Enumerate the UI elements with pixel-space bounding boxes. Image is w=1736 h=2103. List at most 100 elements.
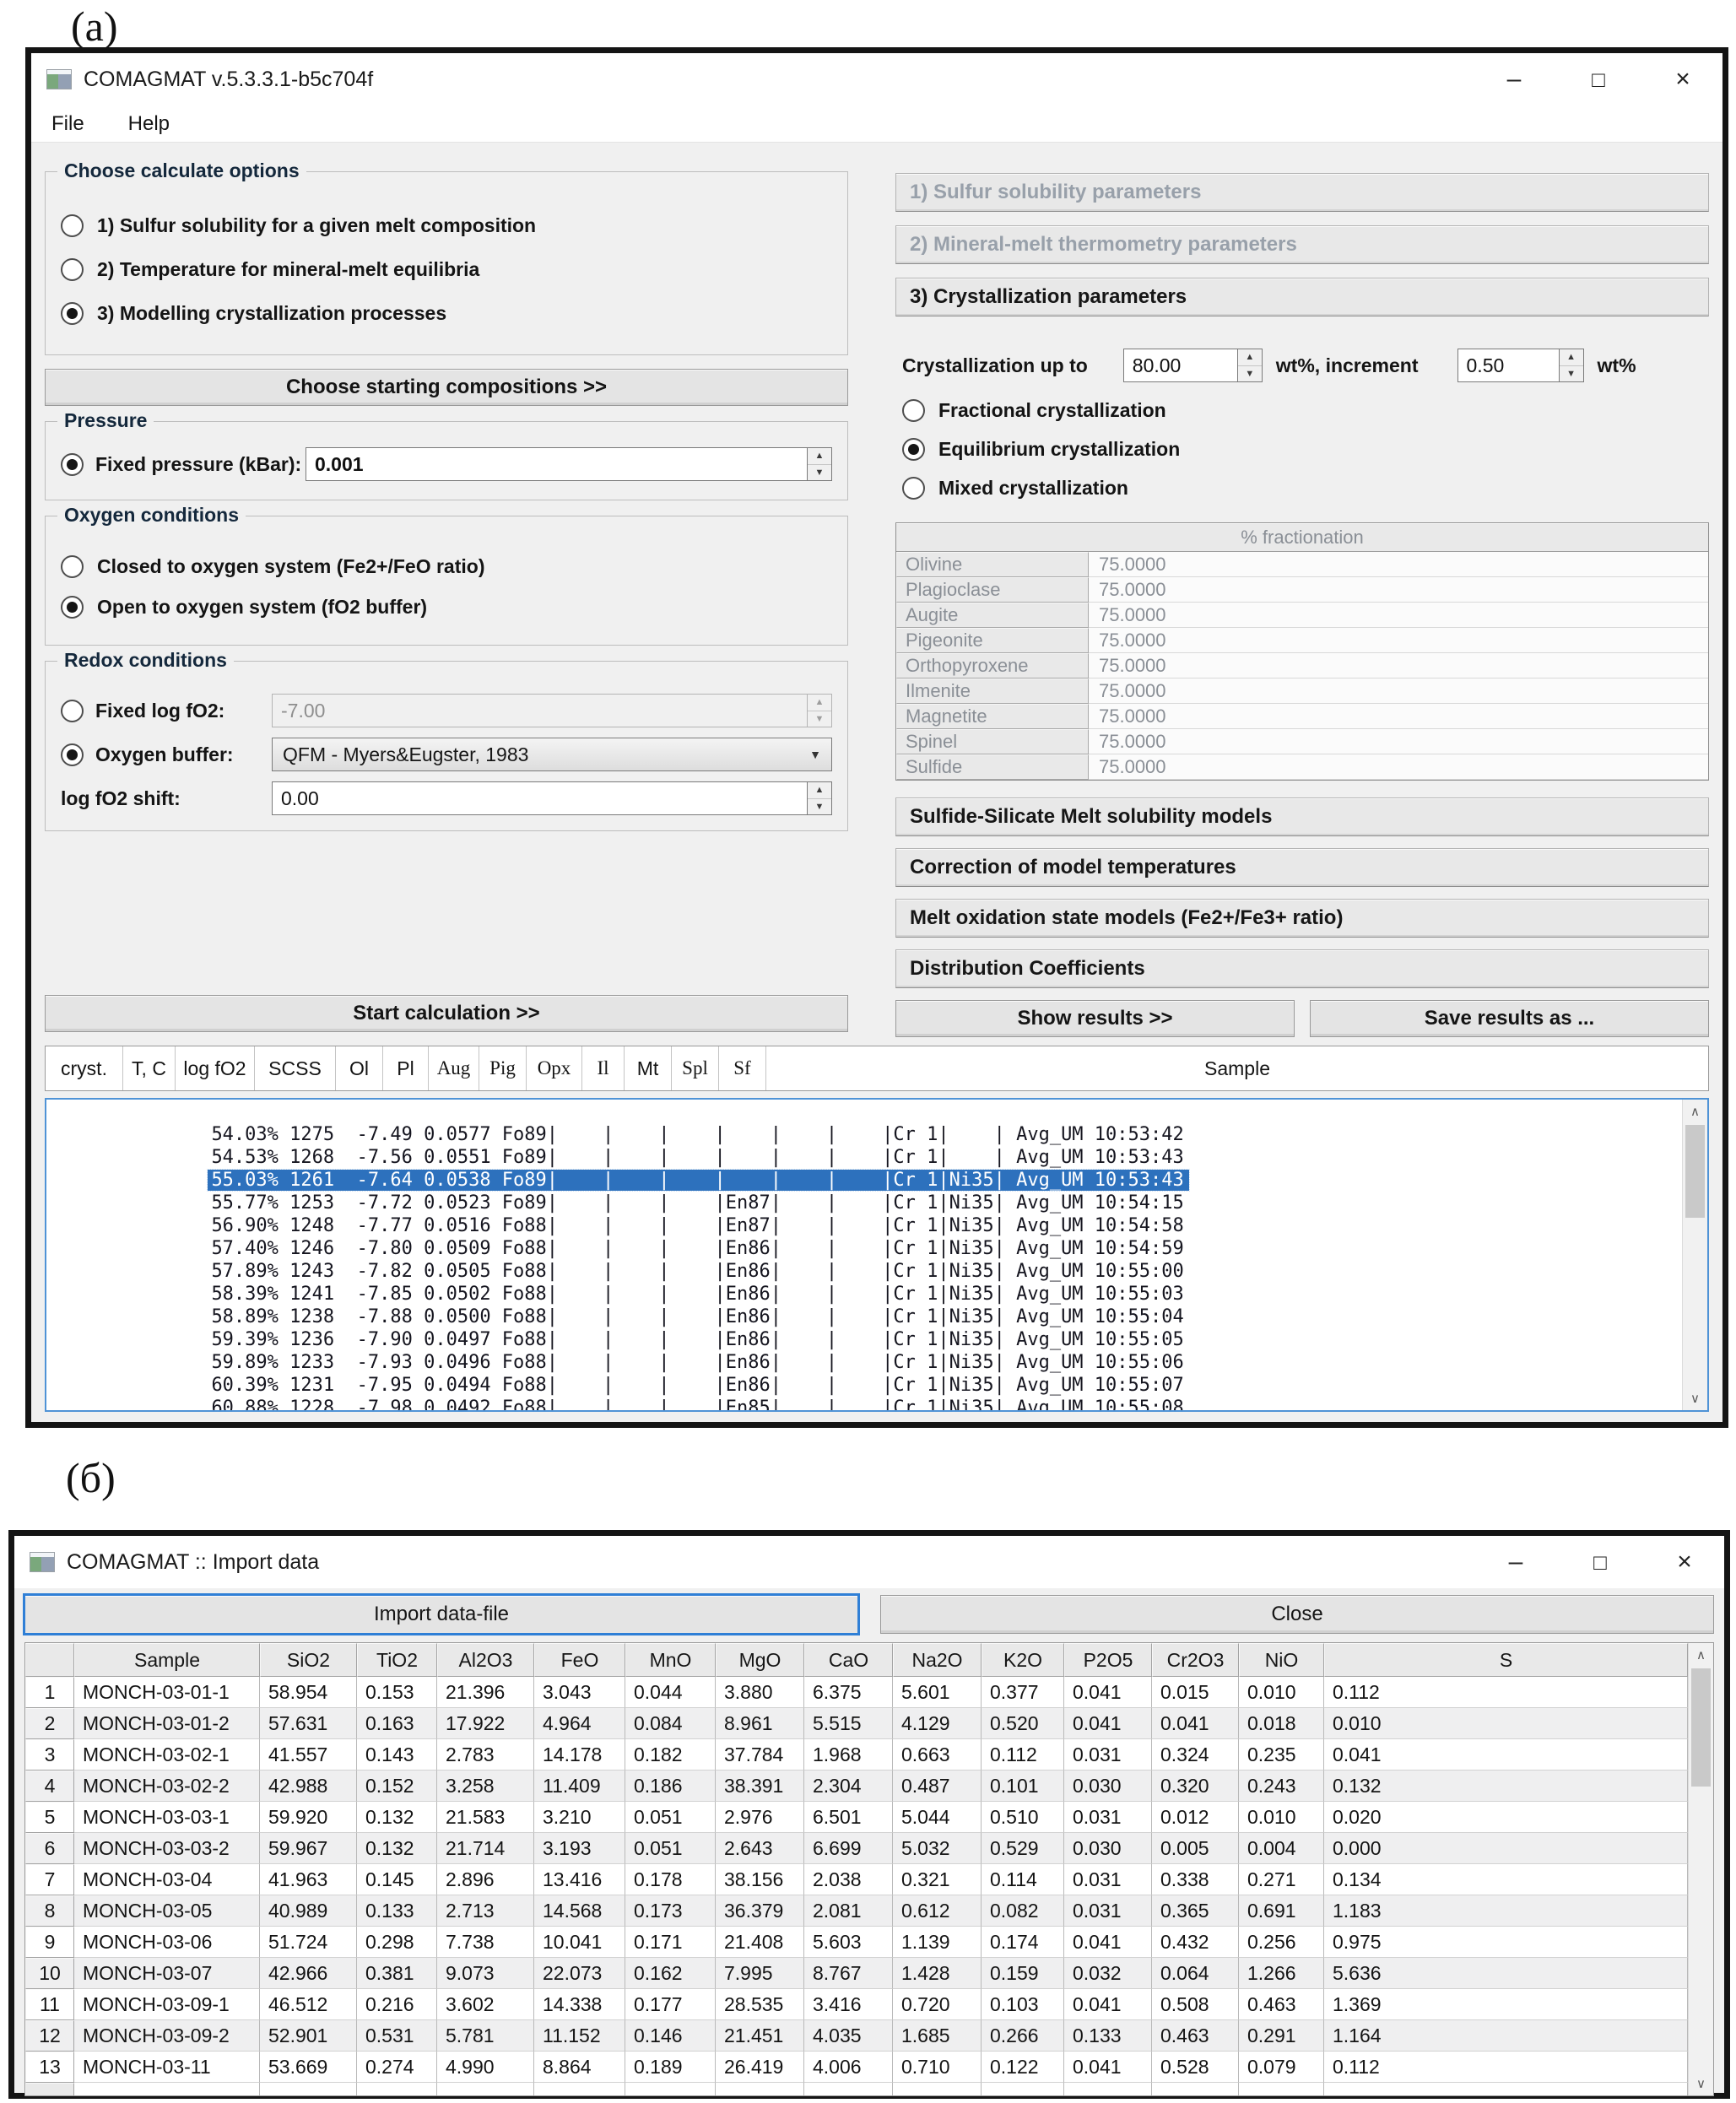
column-header[interactable]: Na2O xyxy=(893,1643,982,1677)
radio-icon[interactable] xyxy=(61,555,84,578)
results-column-header[interactable]: Ol xyxy=(336,1046,383,1090)
results-column-header[interactable]: cryst. xyxy=(46,1046,123,1090)
close-dialog-button[interactable]: Close xyxy=(880,1595,1714,1634)
spin-down-button[interactable]: ▼ xyxy=(808,465,831,481)
parameters-section-button[interactable]: 3) Crystallization parameters xyxy=(895,278,1709,316)
scroll-up-icon[interactable]: ∧ xyxy=(1683,1100,1707,1123)
table-row[interactable]: 5 MONCH-03-03-1 59.920 0.132 21.583 3.21… xyxy=(25,1802,1688,1833)
minimize-button[interactable]: – xyxy=(1501,1549,1530,1575)
parameters-section-button[interactable]: 2) Mineral-melt thermometry parameters xyxy=(895,225,1709,264)
column-header[interactable]: Sample xyxy=(74,1643,260,1677)
results-column-header[interactable]: Mt xyxy=(625,1046,672,1090)
mineral-label[interactable]: Pigeonite xyxy=(896,628,1089,653)
results-column-header[interactable]: Spl xyxy=(672,1046,719,1090)
results-scrollbar[interactable]: ∧ ∨ xyxy=(1682,1100,1707,1410)
mineral-fraction-value[interactable]: 75.0000 xyxy=(1089,653,1708,678)
row-number[interactable]: 6 xyxy=(25,1833,74,1864)
mineral-label[interactable]: Spinel xyxy=(896,729,1089,754)
row-number[interactable]: 1 xyxy=(25,1677,74,1708)
close-button[interactable]: × xyxy=(1670,1549,1699,1575)
start-calculation-button[interactable]: Start calculation >> xyxy=(45,995,848,1032)
radio-oxygen-option[interactable]: Closed to oxygen system (Fe2+/FeO ratio) xyxy=(61,550,832,582)
column-header[interactable]: CaO xyxy=(804,1643,893,1677)
table-row[interactable]: 7 MONCH-03-04 41.963 0.145 2.896 13.416 … xyxy=(25,1864,1688,1895)
scroll-down-icon[interactable]: ∨ xyxy=(1683,1387,1707,1410)
mineral-label[interactable]: Olivine xyxy=(896,552,1089,577)
column-header[interactable]: SiO2 xyxy=(260,1643,357,1677)
spin-down-button[interactable]: ▼ xyxy=(808,799,831,815)
mineral-label[interactable]: Orthopyroxene xyxy=(896,653,1089,678)
column-header[interactable]: TiO2 xyxy=(357,1643,437,1677)
radio-icon[interactable] xyxy=(61,214,84,237)
table-row[interactable]: 8 MONCH-03-05 40.989 0.133 2.713 14.568 … xyxy=(25,1895,1688,1927)
model-settings-button[interactable]: Correction of model temperatures xyxy=(895,848,1709,887)
model-settings-button[interactable]: Sulfide-Silicate Melt solubility models xyxy=(895,797,1709,836)
oxygen-buffer-select[interactable]: QFM - Myers&Eugster, 1983 ▼ xyxy=(272,738,832,771)
column-header[interactable]: NiO xyxy=(1239,1643,1324,1677)
results-column-header[interactable]: SCSS xyxy=(255,1046,336,1090)
results-column-header[interactable]: Il xyxy=(582,1046,625,1090)
show-results-button[interactable]: Show results >> xyxy=(895,1000,1295,1037)
column-header[interactable]: Al2O3 xyxy=(437,1643,534,1677)
row-number[interactable]: 8 xyxy=(25,1895,74,1927)
radio-icon[interactable] xyxy=(61,453,84,476)
maximize-button[interactable]: □ xyxy=(1586,1549,1614,1575)
row-number[interactable]: 7 xyxy=(25,1864,74,1895)
spin-down-button[interactable]: ▼ xyxy=(1560,366,1583,382)
scrollbar-thumb[interactable] xyxy=(1685,1125,1705,1218)
table-row[interactable]: 4 MONCH-03-02-2 42.988 0.152 3.258 11.40… xyxy=(25,1771,1688,1802)
row-number[interactable]: 4 xyxy=(25,1771,74,1802)
radio-icon[interactable] xyxy=(902,438,925,461)
results-column-header[interactable]: Pig xyxy=(479,1046,527,1090)
table-row[interactable]: 9 MONCH-03-06 51.724 0.298 7.738 10.041 … xyxy=(25,1927,1688,1958)
radio-fixed-pressure[interactable]: Fixed pressure (kBar): xyxy=(61,453,306,476)
import-data-file-button[interactable]: Import data-file xyxy=(24,1595,858,1634)
radio-oxygen-buffer[interactable]: Oxygen buffer: xyxy=(61,743,272,766)
maximize-button[interactable]: □ xyxy=(1584,67,1613,92)
radio-calc-option[interactable]: 1) Sulfur solubility for a given melt co… xyxy=(61,209,832,241)
results-column-header[interactable]: Pl xyxy=(383,1046,429,1090)
mineral-fraction-value[interactable]: 75.0000 xyxy=(1089,729,1708,754)
table-row[interactable]: 1 MONCH-03-01-1 58.954 0.153 21.396 3.04… xyxy=(25,1677,1688,1708)
mineral-label[interactable]: Plagioclase xyxy=(896,577,1089,603)
results-column-header[interactable]: Sample xyxy=(766,1046,1708,1090)
table-row[interactable]: 6 MONCH-03-03-2 59.967 0.132 21.714 3.19… xyxy=(25,1833,1688,1864)
column-header[interactable]: MnO xyxy=(625,1643,716,1677)
row-number[interactable]: 10 xyxy=(25,1958,74,1989)
scroll-up-icon[interactable]: ∧ xyxy=(1689,1643,1713,1667)
spin-down-button[interactable]: ▼ xyxy=(1238,366,1262,382)
table-row[interactable]: 12 MONCH-03-09-2 52.901 0.531 5.781 11.1… xyxy=(25,2020,1688,2052)
scrollbar-thumb[interactable] xyxy=(1691,1668,1711,1787)
spin-up-button[interactable]: ▲ xyxy=(808,448,831,465)
radio-icon[interactable] xyxy=(61,258,84,281)
menu-item[interactable]: File xyxy=(51,112,84,136)
radio-crystallization-mode[interactable]: Mixed crystallization xyxy=(902,472,1709,504)
spin-up-button[interactable]: ▲ xyxy=(808,782,831,799)
menu-item[interactable]: Help xyxy=(128,112,170,136)
radio-icon[interactable] xyxy=(61,302,84,325)
radio-icon[interactable] xyxy=(61,700,84,722)
result-row[interactable]: 54.03% 1275 -7.49 0.0577 Fo89| | | | | |… xyxy=(51,1103,1674,1126)
model-settings-button[interactable]: Distribution Coefficients xyxy=(895,949,1709,988)
radio-icon[interactable] xyxy=(61,596,84,619)
column-header[interactable]: S xyxy=(1324,1643,1688,1677)
mineral-label[interactable]: Sulfide xyxy=(896,754,1089,780)
radio-icon[interactable] xyxy=(61,743,84,766)
row-number[interactable]: 13 xyxy=(25,2052,74,2083)
mineral-label[interactable]: Ilmenite xyxy=(896,678,1089,704)
column-header[interactable]: MgO xyxy=(716,1643,804,1677)
row-number[interactable]: 2 xyxy=(25,1708,74,1739)
row-number[interactable]: 9 xyxy=(25,1927,74,1958)
increment-value[interactable]: 0.50 xyxy=(1457,349,1559,382)
crystallization-upto-value[interactable]: 80.00 xyxy=(1123,349,1237,382)
results-column-header[interactable]: Aug xyxy=(429,1046,479,1090)
spin-up-button[interactable]: ▲ xyxy=(1560,349,1583,366)
spin-up-button[interactable]: ▲ xyxy=(1238,349,1262,366)
radio-fixed-log-fo2[interactable]: Fixed log fO2: xyxy=(61,700,272,722)
row-number[interactable]: 11 xyxy=(25,1989,74,2020)
scroll-down-icon[interactable]: ∨ xyxy=(1689,2072,1713,2095)
radio-calc-option[interactable]: 3) Modelling crystallization processes xyxy=(61,297,832,329)
table-row[interactable]: 11 MONCH-03-09-1 46.512 0.216 3.602 14.3… xyxy=(25,1989,1688,2020)
choose-compositions-button[interactable]: Choose starting compositions >> xyxy=(45,369,848,406)
mineral-fraction-value[interactable]: 75.0000 xyxy=(1089,754,1708,780)
